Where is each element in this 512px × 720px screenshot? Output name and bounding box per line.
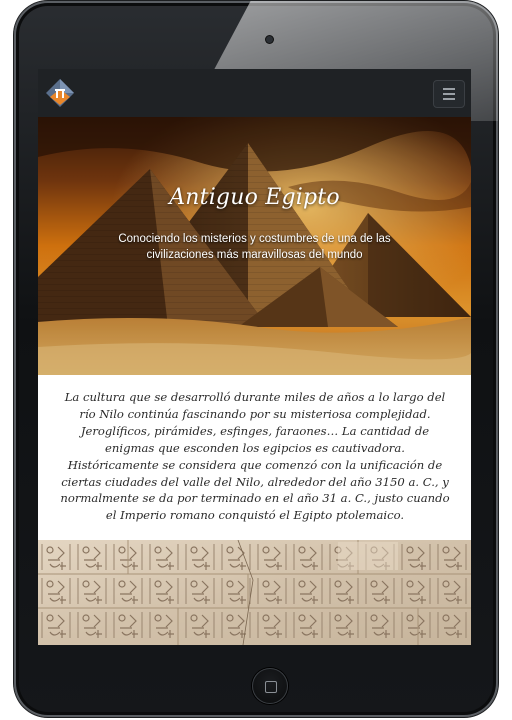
- home-button[interactable]: [252, 668, 288, 704]
- hieroglyphs-image: [38, 540, 471, 645]
- pyramid-logo-icon[interactable]: [44, 77, 76, 109]
- browser-screen: Antiguo Egipto Conociendo los misterios …: [38, 69, 471, 645]
- navbar: [38, 69, 471, 117]
- hero-banner: Antiguo Egipto Conociendo los misterios …: [38, 117, 471, 375]
- hero-subtitle: Conociendo los misterios y costumbres de…: [118, 233, 391, 261]
- front-camera: [266, 36, 273, 43]
- home-square-icon: [265, 681, 277, 693]
- intro-section: La cultura que se desarrolló durante mil…: [38, 375, 471, 540]
- hamburger-menu-icon[interactable]: [433, 80, 465, 108]
- intro-paragraph: La cultura que se desarrolló durante mil…: [60, 390, 450, 523]
- tablet-frame: Antiguo Egipto Conociendo los misterios …: [14, 1, 498, 717]
- hero-title: Antiguo Egipto: [169, 185, 340, 210]
